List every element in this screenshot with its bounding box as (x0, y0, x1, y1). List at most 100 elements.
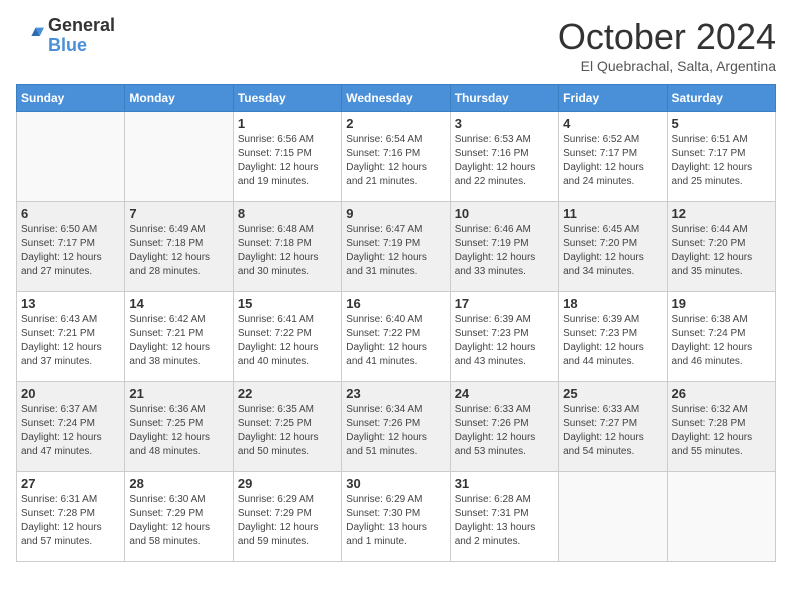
day-info: Sunrise: 6:37 AM Sunset: 7:24 PM Dayligh… (21, 403, 120, 459)
day-info: Sunrise: 6:56 AM Sunset: 7:15 PM Dayligh… (238, 133, 337, 189)
calendar-cell: 26 Sunrise: 6:32 AM Sunset: 7:28 PM Dayli… (667, 382, 775, 472)
calendar-cell: 6 Sunrise: 6:50 AM Sunset: 7:17 PM Daylig… (17, 202, 125, 292)
day-number: 3 (455, 116, 554, 131)
day-number: 28 (129, 476, 228, 491)
calendar-cell (125, 112, 233, 202)
calendar-header-sunday: Sunday (17, 85, 125, 112)
day-number: 4 (563, 116, 662, 131)
day-info: Sunrise: 6:42 AM Sunset: 7:21 PM Dayligh… (129, 313, 228, 369)
day-number: 24 (455, 386, 554, 401)
day-info: Sunrise: 6:35 AM Sunset: 7:25 PM Dayligh… (238, 403, 337, 459)
calendar-cell: 2Sunrise: 6:54 AM Sunset: 7:16 PM Daylig… (342, 112, 450, 202)
day-info: Sunrise: 6:33 AM Sunset: 7:27 PM Dayligh… (563, 403, 662, 459)
day-number: 20 (21, 386, 120, 401)
calendar-header-row: SundayMondayTuesdayWednesdayThursdayFrid… (17, 85, 776, 112)
calendar-cell: 29Sunrise: 6:29 AM Sunset: 7:29 PM Dayli… (233, 472, 341, 562)
day-info: Sunrise: 6:29 AM Sunset: 7:29 PM Dayligh… (238, 493, 337, 549)
day-number: 11 (563, 206, 662, 221)
calendar-header-thursday: Thursday (450, 85, 558, 112)
calendar-week-row: 1 Sunrise: 6:56 AM Sunset: 7:15 PM Daylig… (17, 112, 776, 202)
logo: General Blue (16, 16, 115, 56)
day-number: 19 (672, 296, 771, 311)
day-number: 7 (129, 206, 228, 221)
day-info: Sunrise: 6:31 AM Sunset: 7:28 PM Dayligh… (21, 493, 120, 549)
calendar-header-monday: Monday (125, 85, 233, 112)
day-info: Sunrise: 6:36 AM Sunset: 7:25 PM Dayligh… (129, 403, 228, 459)
calendar-cell: 16 Sunrise: 6:40 AM Sunset: 7:22 PM Dayli… (342, 292, 450, 382)
calendar-cell: 10 Sunrise: 6:46 AM Sunset: 7:19 PM Dayli… (450, 202, 558, 292)
day-number: 2 (346, 116, 445, 131)
title-section: October 2024 El Quebrachal, Salta, Argen… (558, 16, 776, 74)
calendar-cell: 30Sunrise: 6:29 AM Sunset: 7:30 PM Dayli… (342, 472, 450, 562)
calendar-cell: 13 Sunrise: 6:43 AM Sunset: 7:21 PM Dayli… (17, 292, 125, 382)
calendar-cell: 25 Sunrise: 6:33 AM Sunset: 7:27 PM Dayli… (559, 382, 667, 472)
day-number: 10 (455, 206, 554, 221)
day-info: Sunrise: 6:49 AM Sunset: 7:18 PM Dayligh… (129, 223, 228, 279)
day-info: Sunrise: 6:40 AM Sunset: 7:22 PM Dayligh… (346, 313, 445, 369)
day-info: Sunrise: 6:32 AM Sunset: 7:28 PM Dayligh… (672, 403, 771, 459)
calendar-cell: 21Sunrise: 6:36 AM Sunset: 7:25 PM Dayli… (125, 382, 233, 472)
calendar-cell (17, 112, 125, 202)
calendar-cell: 12 Sunrise: 6:44 AM Sunset: 7:20 PM Dayli… (667, 202, 775, 292)
day-info: Sunrise: 6:53 AM Sunset: 7:16 PM Dayligh… (455, 133, 554, 189)
day-number: 23 (346, 386, 445, 401)
calendar-header-tuesday: Tuesday (233, 85, 341, 112)
day-number: 17 (455, 296, 554, 311)
day-number: 13 (21, 296, 120, 311)
day-number: 9 (346, 206, 445, 221)
day-info: Sunrise: 6:51 AM Sunset: 7:17 PM Dayligh… (672, 133, 771, 189)
calendar-cell: 9 Sunrise: 6:47 AM Sunset: 7:19 PM Daylig… (342, 202, 450, 292)
day-number: 25 (563, 386, 662, 401)
calendar-cell: 24 Sunrise: 6:33 AM Sunset: 7:26 PM Dayli… (450, 382, 558, 472)
day-info: Sunrise: 6:52 AM Sunset: 7:17 PM Dayligh… (563, 133, 662, 189)
day-info: Sunrise: 6:47 AM Sunset: 7:19 PM Dayligh… (346, 223, 445, 279)
day-number: 14 (129, 296, 228, 311)
calendar-cell: 8Sunrise: 6:48 AM Sunset: 7:18 PM Daylig… (233, 202, 341, 292)
day-number: 5 (672, 116, 771, 131)
calendar-cell: 3 Sunrise: 6:53 AM Sunset: 7:16 PM Daylig… (450, 112, 558, 202)
day-info: Sunrise: 6:50 AM Sunset: 7:17 PM Dayligh… (21, 223, 120, 279)
calendar-cell: 7 Sunrise: 6:49 AM Sunset: 7:18 PM Daylig… (125, 202, 233, 292)
day-info: Sunrise: 6:44 AM Sunset: 7:20 PM Dayligh… (672, 223, 771, 279)
day-number: 22 (238, 386, 337, 401)
day-number: 26 (672, 386, 771, 401)
calendar-cell: 28 Sunrise: 6:30 AM Sunset: 7:29 PM Dayli… (125, 472, 233, 562)
day-number: 31 (455, 476, 554, 491)
calendar-cell: 22 Sunrise: 6:35 AM Sunset: 7:25 PM Dayli… (233, 382, 341, 472)
calendar-cell: 17 Sunrise: 6:39 AM Sunset: 7:23 PM Dayli… (450, 292, 558, 382)
day-info: Sunrise: 6:46 AM Sunset: 7:19 PM Dayligh… (455, 223, 554, 279)
day-info: Sunrise: 6:45 AM Sunset: 7:20 PM Dayligh… (563, 223, 662, 279)
day-info: Sunrise: 6:39 AM Sunset: 7:23 PM Dayligh… (563, 313, 662, 369)
day-info: Sunrise: 6:43 AM Sunset: 7:21 PM Dayligh… (21, 313, 120, 369)
page-header: General Blue October 2024 El Quebrachal,… (16, 16, 776, 74)
calendar-cell: 11 Sunrise: 6:45 AM Sunset: 7:20 PM Dayli… (559, 202, 667, 292)
day-number: 16 (346, 296, 445, 311)
day-number: 1 (238, 116, 337, 131)
calendar-cell: 4 Sunrise: 6:52 AM Sunset: 7:17 PM Daylig… (559, 112, 667, 202)
logo-blue-text: Blue (48, 35, 87, 55)
day-info: Sunrise: 6:48 AM Sunset: 7:18 PM Dayligh… (238, 223, 337, 279)
calendar-cell (559, 472, 667, 562)
day-info: Sunrise: 6:30 AM Sunset: 7:29 PM Dayligh… (129, 493, 228, 549)
day-number: 15 (238, 296, 337, 311)
calendar-header-saturday: Saturday (667, 85, 775, 112)
calendar-week-row: 13 Sunrise: 6:43 AM Sunset: 7:21 PM Dayli… (17, 292, 776, 382)
calendar-cell: 23Sunrise: 6:34 AM Sunset: 7:26 PM Dayli… (342, 382, 450, 472)
calendar-cell: 15 Sunrise: 6:41 AM Sunset: 7:22 PM Dayli… (233, 292, 341, 382)
calendar-week-row: 6 Sunrise: 6:50 AM Sunset: 7:17 PM Daylig… (17, 202, 776, 292)
day-info: Sunrise: 6:33 AM Sunset: 7:26 PM Dayligh… (455, 403, 554, 459)
logo-general-text: General (48, 15, 115, 35)
day-number: 18 (563, 296, 662, 311)
day-number: 27 (21, 476, 120, 491)
calendar-cell: 19 Sunrise: 6:38 AM Sunset: 7:24 PM Dayli… (667, 292, 775, 382)
calendar-cell: 31Sunrise: 6:28 AM Sunset: 7:31 PM Dayli… (450, 472, 558, 562)
calendar-table: SundayMondayTuesdayWednesdayThursdayFrid… (16, 84, 776, 562)
day-info: Sunrise: 6:41 AM Sunset: 7:22 PM Dayligh… (238, 313, 337, 369)
calendar-cell: 18 Sunrise: 6:39 AM Sunset: 7:23 PM Dayli… (559, 292, 667, 382)
day-info: Sunrise: 6:38 AM Sunset: 7:24 PM Dayligh… (672, 313, 771, 369)
calendar-cell: 20 Sunrise: 6:37 AM Sunset: 7:24 PM Dayli… (17, 382, 125, 472)
day-info: Sunrise: 6:39 AM Sunset: 7:23 PM Dayligh… (455, 313, 554, 369)
day-number: 6 (21, 206, 120, 221)
day-number: 12 (672, 206, 771, 221)
calendar-week-row: 27 Sunrise: 6:31 AM Sunset: 7:28 PM Dayli… (17, 472, 776, 562)
